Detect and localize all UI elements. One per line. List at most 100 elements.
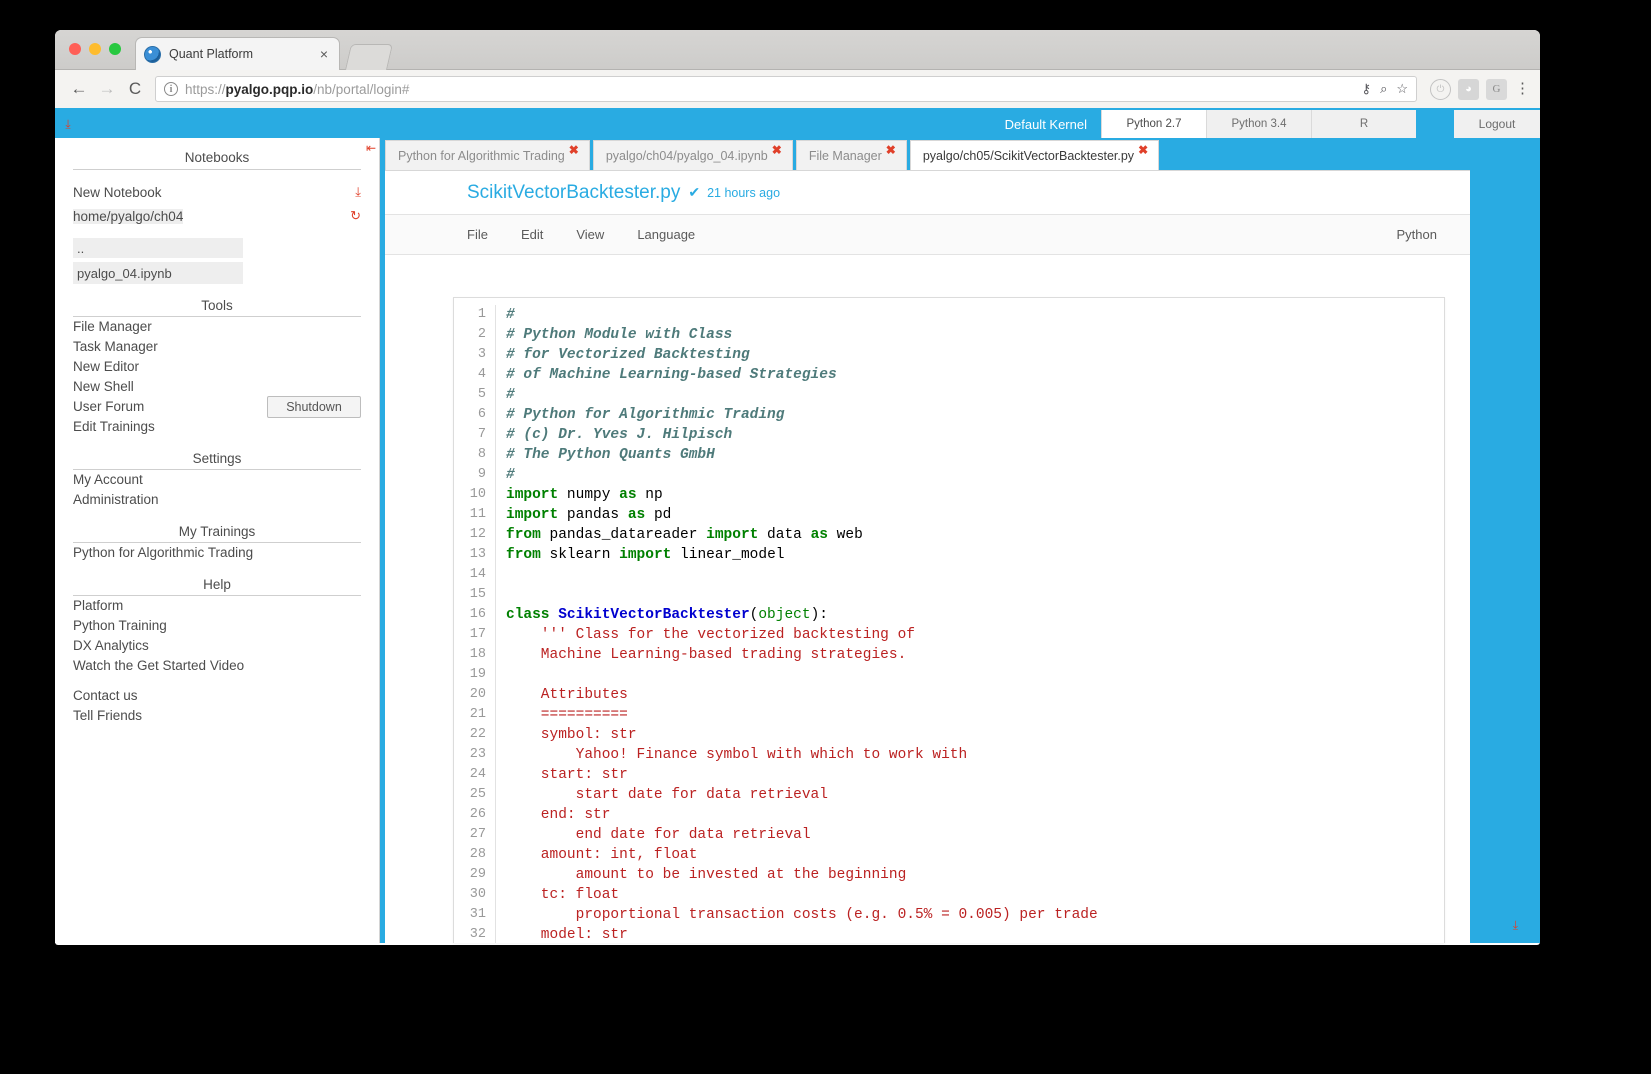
code-line[interactable]: 17 ''' Class for the vectorized backtest… xyxy=(454,625,1444,645)
menu-view[interactable]: View xyxy=(576,227,604,242)
sidebar-item-new-shell[interactable]: New Shell xyxy=(73,377,361,397)
line-number: 8 xyxy=(454,445,496,465)
editor-language-label[interactable]: Python xyxy=(1397,227,1437,242)
code-line[interactable]: 21 ========== xyxy=(454,705,1444,725)
address-input[interactable]: i https://pyalgo.pqp.io/nb/portal/login#… xyxy=(155,76,1417,102)
code-line[interactable]: 5 # xyxy=(454,385,1444,405)
key-icon[interactable]: ⚷ xyxy=(1362,81,1372,97)
sidebar-item-new-notebook[interactable]: New Notebook ⤓ xyxy=(73,180,361,204)
code-line[interactable]: 6 # Python for Algorithmic Trading xyxy=(454,405,1444,425)
code-token: proportional transaction costs (e.g. 0.5… xyxy=(506,907,1098,923)
close-icon[interactable]: ✖ xyxy=(1138,143,1148,157)
code-line[interactable]: 12 from pandas_datareader import data as … xyxy=(454,525,1444,545)
sidebar-item-my-account[interactable]: My Account xyxy=(73,470,361,490)
code-line[interactable]: 26 end: str xyxy=(454,805,1444,825)
close-window-button[interactable] xyxy=(69,43,81,55)
browser-menu-icon[interactable]: ⋮ xyxy=(1515,81,1530,95)
close-icon[interactable]: ✖ xyxy=(886,143,896,157)
close-icon[interactable]: ✖ xyxy=(772,143,782,157)
sidebar-item-task-manager[interactable]: Task Manager xyxy=(73,337,361,357)
sidebar-collapse-icon[interactable]: ⇤ xyxy=(366,141,376,155)
editor-tab-scikitvectorbacktester-py[interactable]: pyalgo/ch05/ScikitVectorBacktester.py ✖ xyxy=(909,140,1160,170)
code-line[interactable]: 3 # for Vectorized Backtesting xyxy=(454,345,1444,365)
sidebar-item-file-manager[interactable]: File Manager xyxy=(73,317,361,337)
code-editor[interactable]: 1 #2 # Python Module with Class 3 # for Vect… xyxy=(453,297,1445,943)
code-line[interactable]: 11 import pandas as pd xyxy=(454,505,1444,525)
code-line[interactable]: 19 xyxy=(454,665,1444,685)
editor-tab-pyalgo-04-ipynb[interactable]: pyalgo/ch04/pyalgo_04.ipynb ✖ xyxy=(592,140,793,170)
shutdown-button[interactable]: Shutdown xyxy=(267,396,361,418)
content-area: Python for Algorithmic Trading ✖ pyalgo/… xyxy=(380,138,1540,943)
sidebar-item-administration[interactable]: Administration xyxy=(73,490,361,510)
kernel-button-python27[interactable]: Python 2.7 xyxy=(1101,110,1206,138)
sidebar-item-python-training[interactable]: Python Training xyxy=(73,616,361,636)
code-line[interactable]: 15 xyxy=(454,585,1444,605)
sidebar-item-dx-analytics[interactable]: DX Analytics xyxy=(73,636,361,656)
topbar-pin-icon[interactable]: ⤓ xyxy=(55,110,81,138)
sidebar-item-platform[interactable]: Platform xyxy=(73,596,361,616)
code-line[interactable]: 24 start: str xyxy=(454,765,1444,785)
code-line[interactable]: 25 start date for data retrieval xyxy=(454,785,1444,805)
editor-tab-python-for-algorithmic-trading[interactable]: Python for Algorithmic Trading ✖ xyxy=(385,140,590,170)
code-line[interactable]: 31 proportional transaction costs (e.g. … xyxy=(454,905,1444,925)
code-line[interactable]: 20 Attributes xyxy=(454,685,1444,705)
file-list-item-notebook[interactable]: pyalgo_04.ipynb xyxy=(73,262,243,284)
code-token: # The Python Quants GmbH xyxy=(506,447,715,463)
reload-icon[interactable]: C xyxy=(121,75,149,103)
power-extension-icon[interactable]: ⏻ xyxy=(1430,78,1451,100)
code-line[interactable]: 28 amount: int, float xyxy=(454,845,1444,865)
code-line[interactable]: 16 class ScikitVectorBacktester(object): xyxy=(454,605,1444,625)
shield-extension-icon[interactable]: ◕ xyxy=(1458,78,1479,100)
menu-file[interactable]: File xyxy=(467,227,488,242)
line-number: 10 xyxy=(454,485,496,505)
browser-tab-quant-platform[interactable]: Quant Platform × xyxy=(135,37,340,70)
menu-edit[interactable]: Edit xyxy=(521,227,543,242)
code-line[interactable]: 27 end date for data retrieval xyxy=(454,825,1444,845)
code-line[interactable]: 13 from sklearn import linear_model xyxy=(454,545,1444,565)
maximize-window-button[interactable] xyxy=(109,43,121,55)
close-icon[interactable]: × xyxy=(317,47,331,61)
code-lines[interactable]: 1 #2 # Python Module with Class 3 # for Vect… xyxy=(454,298,1444,943)
code-line[interactable]: 32 model: str xyxy=(454,925,1444,943)
code-line[interactable]: 23 Yahoo! Finance symbol with which to w… xyxy=(454,745,1444,765)
code-line[interactable]: 9 # xyxy=(454,465,1444,485)
sidebar-item-watch-get-started-video[interactable]: Watch the Get Started Video xyxy=(73,656,361,676)
code-line[interactable]: 22 symbol: str xyxy=(454,725,1444,745)
sidebar-item-contact-us[interactable]: Contact us xyxy=(73,686,361,706)
code-line[interactable]: 1 # xyxy=(454,305,1444,325)
kernel-button-r[interactable]: R xyxy=(1311,110,1416,138)
kernel-button-python34[interactable]: Python 3.4 xyxy=(1206,110,1311,138)
sidebar-item-python-for-algorithmic-trading[interactable]: Python for Algorithmic Trading xyxy=(73,543,361,563)
editor-tab-file-manager[interactable]: File Manager ✖ xyxy=(795,140,907,170)
close-icon[interactable]: ✖ xyxy=(569,143,579,157)
back-icon[interactable]: ← xyxy=(65,75,93,103)
sidebar-item-new-editor[interactable]: New Editor xyxy=(73,357,361,377)
code-line[interactable]: 8 # The Python Quants GmbH xyxy=(454,445,1444,465)
logout-button[interactable]: Logout xyxy=(1454,110,1540,138)
code-line[interactable]: 14 xyxy=(454,565,1444,585)
new-tab-button[interactable] xyxy=(344,44,394,70)
grammar-extension-icon[interactable]: G xyxy=(1486,78,1507,100)
code-line[interactable]: 18 Machine Learning-based trading strate… xyxy=(454,645,1444,665)
forward-icon[interactable]: → xyxy=(93,75,121,103)
download-icon[interactable]: ⤓ xyxy=(355,184,361,200)
sidebar-item-edit-trainings[interactable]: Edit Trainings xyxy=(73,417,361,437)
code-line[interactable]: 4 # of Machine Learning-based Strategies xyxy=(454,365,1444,385)
bottom-pin-icon[interactable]: ⤓ xyxy=(1513,918,1518,933)
code-line[interactable]: 30 tc: float xyxy=(454,885,1444,905)
page-title[interactable]: ScikitVectorBacktester.py xyxy=(467,182,680,204)
code-line[interactable]: 7 # (c) Dr. Yves J. Hilpisch xyxy=(454,425,1444,445)
code-line[interactable]: 29 amount to be invested at the beginnin… xyxy=(454,865,1444,885)
minimize-window-button[interactable] xyxy=(89,43,101,55)
refresh-icon[interactable]: ↻ xyxy=(350,208,361,224)
site-info-icon[interactable]: i xyxy=(164,82,178,96)
line-number: 3 xyxy=(454,345,496,365)
file-list-parent-dir[interactable]: .. xyxy=(73,238,243,258)
bookmark-star-icon[interactable]: ☆ xyxy=(1396,81,1408,97)
sidebar-item-tell-friends[interactable]: Tell Friends xyxy=(73,706,361,726)
code-line[interactable]: 2 # Python Module with Class xyxy=(454,325,1444,345)
sidebar-item-notebook-path[interactable]: home/pyalgo/ch04 ↻ xyxy=(73,204,361,228)
code-line[interactable]: 10 import numpy as np xyxy=(454,485,1444,505)
zoom-icon[interactable]: ⌕ xyxy=(1380,81,1387,97)
menu-language[interactable]: Language xyxy=(637,227,695,242)
